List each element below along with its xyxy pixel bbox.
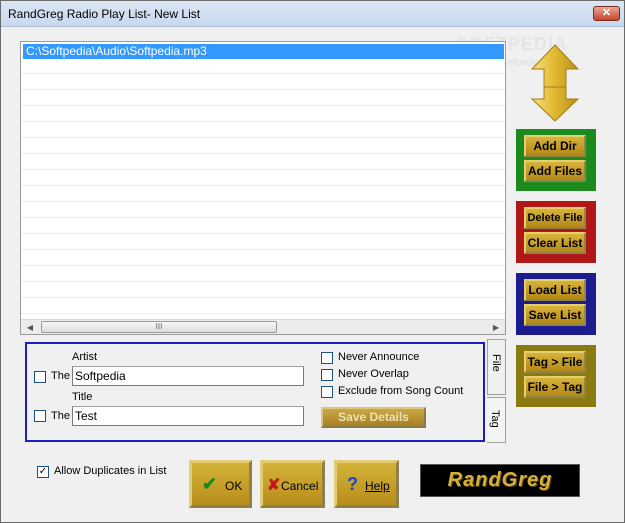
tab-tag-label: Tag — [489, 410, 501, 428]
main-window: RandGreg Radio Play List- New List ✕ SOF… — [0, 0, 625, 523]
tag-to-file-button[interactable]: Tag > File — [524, 351, 586, 373]
artist-the-label: The — [51, 370, 70, 382]
title-bar: RandGreg Radio Play List- New List ✕ — [1, 1, 624, 27]
help-button[interactable]: ? Help — [334, 460, 399, 508]
scroll-right-icon[interactable]: ▶ — [490, 322, 502, 333]
add-files-button[interactable]: Add Files — [524, 160, 586, 182]
close-button[interactable]: ✕ — [593, 6, 620, 21]
randgreg-logo: RandGreg — [420, 464, 580, 497]
ok-button[interactable]: ✔ OK — [189, 460, 252, 508]
tab-tag[interactable]: Tag — [487, 397, 506, 443]
move-up-arrow-icon[interactable] — [530, 43, 580, 91]
never-announce-label: Never Announce — [338, 351, 420, 363]
title-the-label: The — [51, 410, 70, 422]
tab-file[interactable]: File — [487, 339, 506, 395]
title-label: Title — [72, 391, 93, 403]
never-overlap-checkbox[interactable] — [321, 369, 333, 381]
artist-field[interactable]: Softpedia — [72, 366, 304, 386]
song-details-panel: Artist The Softpedia Title The Test Neve… — [25, 342, 485, 442]
tab-file-label: File — [490, 354, 502, 372]
horizontal-scrollbar[interactable]: ◀ III ▶ — [21, 319, 505, 334]
delete-panel: Delete File Clear List — [516, 201, 596, 263]
scroll-left-icon[interactable]: ◀ — [24, 322, 36, 333]
never-announce-checkbox[interactable] — [321, 352, 333, 364]
move-down-arrow-icon[interactable] — [530, 85, 580, 123]
title-the-checkbox[interactable] — [34, 410, 46, 422]
list-item[interactable]: C:\Softpedia\Audio\Softpedia.mp3 — [23, 44, 504, 59]
question-icon: ? — [347, 474, 358, 494]
load-list-button[interactable]: Load List — [524, 279, 586, 301]
window-title: RandGreg Radio Play List- New List — [8, 7, 201, 21]
exclude-count-checkbox[interactable] — [321, 386, 333, 398]
delete-file-button[interactable]: Delete File — [524, 207, 586, 229]
file-to-tag-button[interactable]: File > Tag — [524, 376, 586, 398]
playlist-rows: C:\Softpedia\Audio\Softpedia.mp3 — [21, 42, 505, 319]
allow-duplicates-label: Allow Duplicates in List — [54, 465, 167, 477]
close-icon: ✕ — [601, 7, 612, 19]
artist-the-checkbox[interactable] — [34, 371, 46, 383]
checkmark-icon: ✔ — [202, 474, 218, 494]
clear-list-button[interactable]: Clear List — [524, 232, 586, 254]
artist-label: Artist — [72, 351, 98, 363]
help-button-label: Help — [365, 479, 390, 493]
add-panel: Add Dir Add Files — [516, 129, 596, 191]
list-io-panel: Load List Save List — [516, 273, 596, 335]
x-icon: ✘ — [267, 477, 281, 494]
cancel-button-label: Cancel — [281, 479, 319, 493]
title-field[interactable]: Test — [72, 406, 304, 426]
playlist-listbox[interactable]: C:\Softpedia\Audio\Softpedia.mp3 ◀ III ▶ — [20, 41, 506, 335]
cancel-button[interactable]: ✘ Cancel — [260, 460, 325, 508]
exclude-count-label: Exclude from Song Count — [338, 385, 464, 397]
add-dir-button[interactable]: Add Dir — [524, 135, 586, 157]
never-overlap-label: Never Overlap — [338, 368, 409, 380]
ok-button-label: OK — [225, 479, 243, 493]
allow-duplicates-checkbox[interactable]: ✓ — [37, 466, 49, 478]
save-list-button[interactable]: Save List — [524, 304, 586, 326]
save-details-button[interactable]: Save Details — [321, 407, 426, 428]
tag-panel: Tag > File File > Tag — [516, 345, 596, 407]
scroll-thumb[interactable]: III — [41, 321, 277, 333]
